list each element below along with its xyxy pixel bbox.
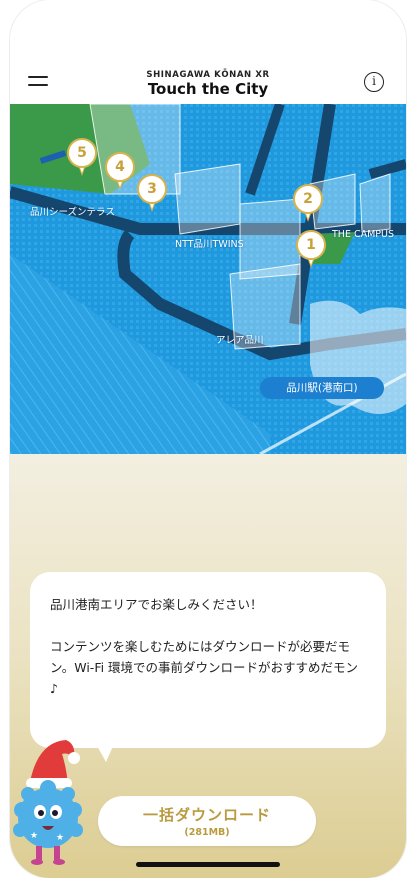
- brand-title: Touch the City: [147, 80, 269, 98]
- message-line-2: コンテンツを楽しむためにはダウンロードが必要だモン。Wi-Fi 環境での事前ダウ…: [50, 639, 359, 696]
- pin-number: 1: [296, 230, 326, 260]
- map-pin-4[interactable]: 4: [105, 152, 135, 192]
- svg-text:★: ★: [30, 831, 38, 841]
- speech-bubble-tail: [96, 744, 114, 762]
- info-icon[interactable]: i: [364, 72, 384, 92]
- svg-text:★: ★: [56, 833, 64, 843]
- map-pin-2[interactable]: 2: [293, 184, 323, 224]
- download-label: 一括ダウンロード: [142, 806, 271, 824]
- pin-number: 3: [137, 174, 167, 204]
- brand-subtitle: SHINAGAWA KŌNAN XR: [146, 70, 270, 80]
- pin-number: 5: [67, 138, 97, 168]
- pin-number: 2: [293, 184, 323, 214]
- app-header: SHINAGAWA KŌNAN XR Touch the City i: [10, 0, 406, 104]
- map-pin-3[interactable]: 3: [137, 174, 167, 214]
- phone-screen: SHINAGAWA KŌNAN XR Touch the City i 品川シー…: [0, 0, 416, 878]
- message-line-1: 品川港南エリアでお楽しみください！: [50, 597, 263, 612]
- speech-bubble: 品川港南エリアでお楽しみください！ コンテンツを楽しむためにはダウンロードが必要…: [30, 572, 386, 748]
- pin-number: 4: [105, 152, 135, 182]
- intro-panel: 品川港南エリアでお楽しみください！ コンテンツを楽しむためにはダウンロードが必要…: [10, 454, 406, 878]
- label-area-shinagawa: アレア品川: [216, 335, 264, 346]
- download-size: (281MB): [184, 827, 230, 838]
- home-indicator[interactable]: [136, 862, 280, 867]
- map-pin-1[interactable]: 1: [296, 230, 326, 270]
- label-ntt-twins: NTT品川TWINS: [175, 239, 244, 250]
- area-map[interactable]: 品川シーズンテラス NTT品川TWINS THE CAMPUS アレア品川 品川…: [10, 104, 406, 454]
- label-seasons-terrace: 品川シーズンテラス: [30, 207, 115, 218]
- bulk-download-button[interactable]: 一括ダウンロード (281MB): [98, 796, 316, 846]
- app-frame: SHINAGAWA KŌNAN XR Touch the City i 品川シー…: [10, 0, 406, 878]
- mascot-character-icon: ★ ★: [10, 730, 94, 870]
- map-pin-5[interactable]: 5: [67, 138, 97, 178]
- label-the-campus: THE CAMPUS: [332, 229, 395, 240]
- station-label[interactable]: 品川駅(港南口): [260, 377, 384, 399]
